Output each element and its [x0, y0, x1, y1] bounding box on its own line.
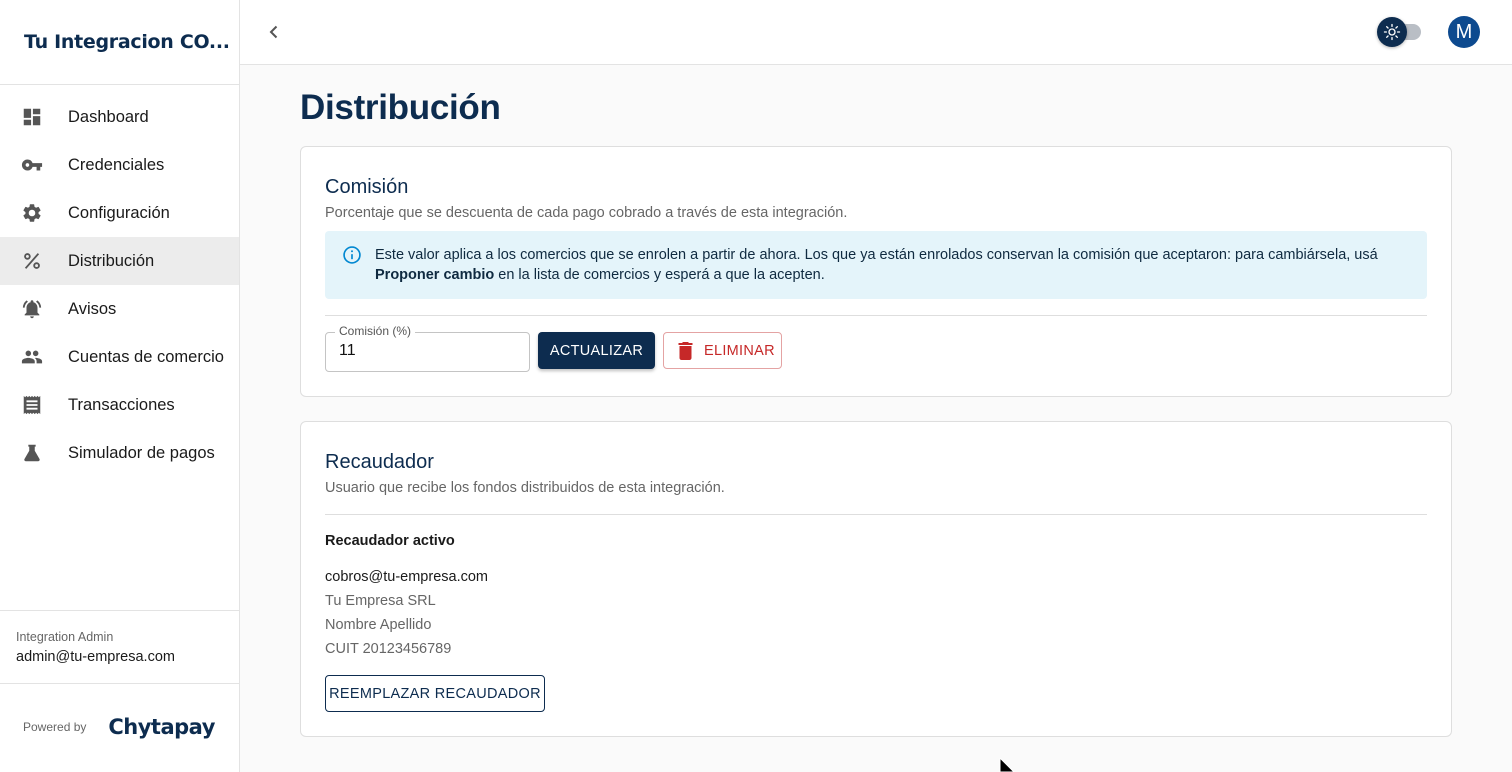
comision-input[interactable]	[339, 342, 519, 360]
people-icon	[20, 345, 44, 369]
divider	[325, 315, 1427, 316]
trash-icon	[678, 341, 694, 360]
info-text-part1: Este valor aplica a los comercios que se…	[375, 247, 1378, 263]
recaudador-active-label: Recaudador activo	[325, 533, 455, 549]
theme-toggle[interactable]	[1377, 17, 1425, 47]
avatar[interactable]: M	[1448, 16, 1480, 48]
user-role: Integration Admin	[16, 630, 114, 644]
recaudador-card: Recaudador Usuario que recibe los fondos…	[300, 421, 1452, 737]
percent-icon	[20, 249, 44, 273]
sidebar-item-label: Distribución	[68, 251, 155, 270]
reemplazar-recaudador-button[interactable]: REEMPLAZAR RECAUDADOR	[325, 675, 545, 712]
sidebar-nav: Dashboard Credenciales Configuración Dis…	[0, 85, 239, 477]
dashboard-icon	[20, 105, 44, 129]
brand-title[interactable]: Tu Integracion CO...	[24, 31, 230, 53]
sidebar-item-label: Dashboard	[68, 107, 149, 126]
comision-title: Comisión	[325, 176, 409, 198]
bell-icon	[20, 297, 44, 321]
powered-by: Powered by Chytapay	[23, 715, 215, 739]
receipt-icon	[20, 393, 44, 417]
sidebar-item-label: Simulador de pagos	[68, 443, 215, 462]
sidebar-item-cuentas-de-comercio[interactable]: Cuentas de comercio	[0, 333, 239, 381]
chytapay-logo: Chytapay	[108, 715, 215, 739]
actualizar-button[interactable]: ACTUALIZAR	[538, 332, 655, 369]
sidebar-item-label: Configuración	[68, 203, 170, 222]
mouse-cursor-icon	[998, 756, 1018, 772]
sidebar-item-credenciales[interactable]: Credenciales	[0, 141, 239, 189]
proponer-cambio-text: Proponer cambio	[375, 267, 495, 283]
topbar: M	[240, 0, 1512, 65]
recaudador-cuit: CUIT 20123456789	[325, 641, 452, 657]
sun-icon	[1377, 17, 1407, 47]
recaudador-subtitle: Usuario que recibe los fondos distribuid…	[325, 480, 725, 496]
comision-subtitle: Porcentaje que se descuenta de cada pago…	[325, 205, 848, 221]
eliminar-button[interactable]: ELIMINAR	[663, 332, 782, 369]
page-title: Distribución	[300, 88, 501, 127]
comision-field-label: Comisión (%)	[335, 324, 416, 338]
gear-icon	[20, 201, 44, 225]
sidebar-item-label: Transacciones	[68, 395, 175, 414]
comision-card: Comisión Porcentaje que se descuenta de …	[300, 146, 1452, 397]
info-text-part2: en la lista de comercios y esperá a que …	[494, 267, 825, 283]
comision-field: Comisión (%)	[325, 324, 530, 372]
sidebar: Tu Integracion CO... Dashboard Credencia…	[0, 0, 240, 772]
info-text: Este valor aplica a los comercios que se…	[375, 245, 1405, 285]
sidebar-item-label: Credenciales	[68, 155, 165, 174]
recaudador-name: Nombre Apellido	[325, 617, 432, 633]
divider	[325, 514, 1427, 515]
sidebar-item-label: Avisos	[68, 299, 117, 318]
sidebar-item-simulador-de-pagos[interactable]: Simulador de pagos	[0, 429, 239, 477]
user-email: admin@tu-empresa.com	[16, 649, 175, 665]
recaudador-email: cobros@tu-empresa.com	[325, 569, 488, 585]
info-alert: Este valor aplica a los comercios que se…	[325, 231, 1427, 299]
recaudador-company: Tu Empresa SRL	[325, 593, 436, 609]
sidebar-user: Integration Admin admin@tu-empresa.com	[0, 610, 239, 684]
flask-icon	[20, 441, 44, 465]
sidebar-item-avisos[interactable]: Avisos	[0, 285, 239, 333]
sidebar-item-distribucion[interactable]: Distribución	[0, 237, 239, 285]
powered-by-label: Powered by	[23, 720, 87, 734]
brand-header: Tu Integracion CO...	[0, 0, 239, 85]
sidebar-item-configuracion[interactable]: Configuración	[0, 189, 239, 237]
sidebar-item-transacciones[interactable]: Transacciones	[0, 381, 239, 429]
info-icon	[342, 245, 362, 265]
sidebar-item-label: Cuentas de comercio	[68, 347, 224, 366]
chevron-left-icon[interactable]	[262, 20, 286, 44]
recaudador-title: Recaudador	[325, 451, 434, 473]
sidebar-item-dashboard[interactable]: Dashboard	[0, 93, 239, 141]
eliminar-label: ELIMINAR	[704, 342, 775, 359]
key-icon	[20, 153, 44, 177]
